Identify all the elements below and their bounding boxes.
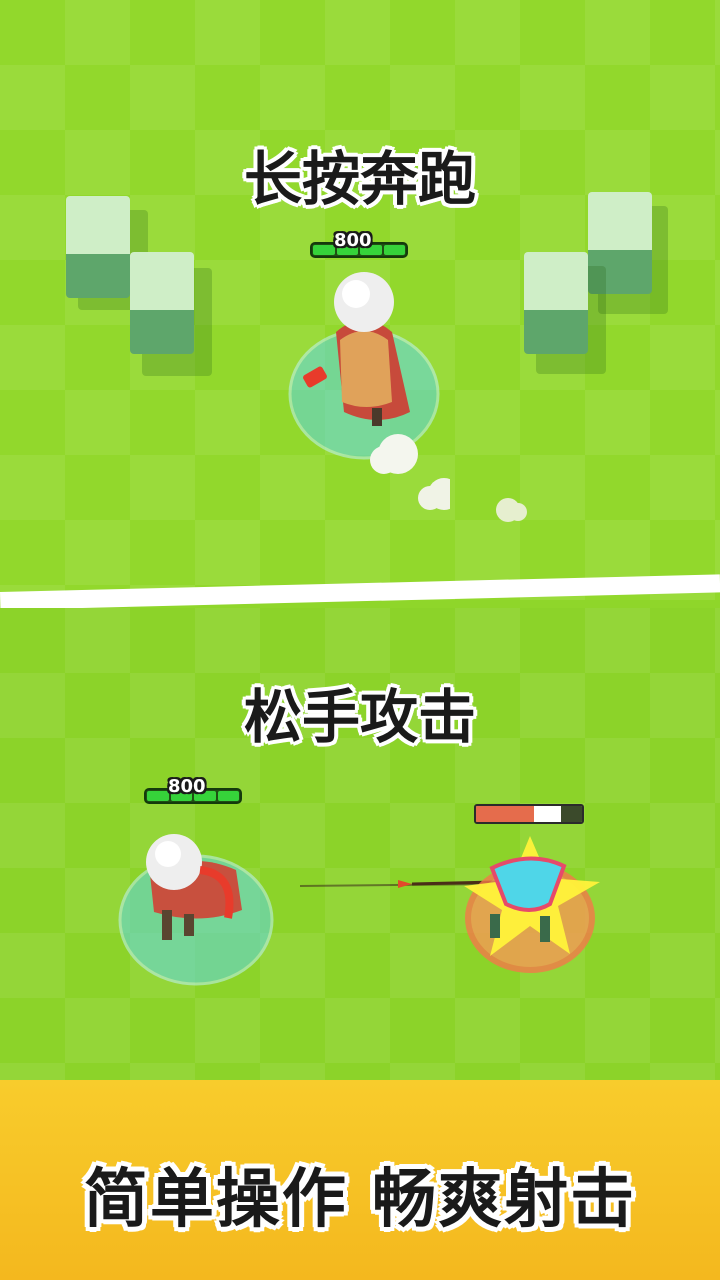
stone-block — [66, 196, 130, 298]
banner-slogan: 简单操作 畅爽射击 — [83, 1163, 637, 1237]
player-hp-value: 800 — [168, 776, 206, 797]
enemy-health-bar — [474, 804, 584, 824]
top-scene: 长按奔跑 800 — [0, 0, 720, 600]
player-character-running — [288, 272, 450, 510]
player-character-shooting — [118, 834, 274, 986]
stone-block — [130, 252, 194, 354]
player-hp-value: 800 — [334, 230, 372, 251]
enemy-character-hit — [464, 836, 600, 973]
bottom-scene: 松手攻击 800 — [0, 608, 720, 1088]
bottom-caption: 松手攻击 — [243, 683, 476, 751]
stone-block — [524, 252, 588, 354]
dust-trail — [496, 498, 527, 522]
enemy-health-fill — [476, 806, 535, 822]
